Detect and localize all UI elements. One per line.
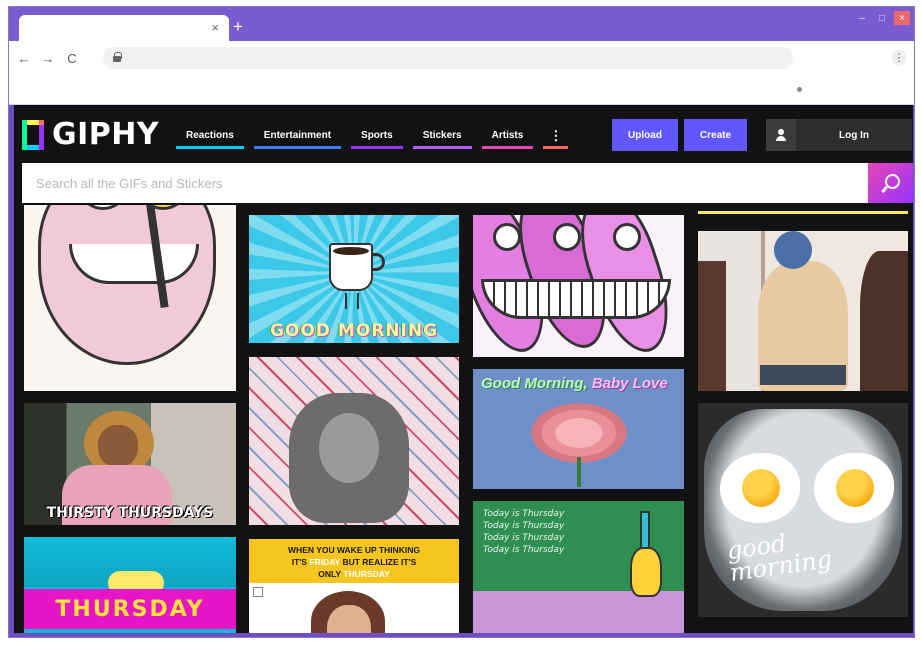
chalk-line: Today is Thursday: [483, 509, 565, 519]
gif-caption-line: IT'S FRIDAY BUT REALIZE IT'S: [291, 557, 417, 567]
address-bar[interactable]: [103, 47, 793, 69]
nav-more-button[interactable]: ⋮: [543, 123, 569, 149]
nav-item-label: Artists: [491, 130, 524, 141]
gif-item-wake-up-thursday[interactable]: WHEN YOU WAKE UP THINKING IT'S FRIDAY BU…: [249, 539, 459, 633]
gif-caption: THURSDAY: [55, 597, 205, 622]
login-button[interactable]: Log In: [766, 119, 912, 151]
browser-toolbar: ← → C ⋮: [9, 41, 914, 75]
nav-item-label: Reactions: [186, 130, 234, 141]
gif-caption-line: WHEN YOU WAKE UP THINKING: [288, 545, 420, 555]
reload-icon[interactable]: C: [63, 51, 81, 66]
search-bar: [22, 163, 913, 203]
gif-item-good-morning-eggs[interactable]: good morning: [698, 403, 908, 617]
gif-grid: THIRSTY THURSDAYS THURSDAY GOOD MORNING …: [14, 205, 913, 633]
maximize-icon[interactable]: □: [874, 11, 890, 25]
gif-item-good-morning-cup[interactable]: GOOD MORNING: [249, 215, 459, 343]
gif-caption: GOOD MORNING: [269, 321, 439, 341]
login-label: Log In: [839, 129, 869, 141]
tab-close-icon[interactable]: ×: [211, 20, 219, 36]
gif-caption: THIRSTY THURSDAYS: [46, 505, 214, 521]
badge-icon: [253, 587, 263, 597]
close-window-icon[interactable]: ×: [894, 11, 910, 25]
logo-text: GIPHY: [52, 117, 160, 152]
gif-item-rose[interactable]: Good Morning, Baby Love: [473, 369, 684, 489]
tab-strip: × + – □ ×: [9, 7, 914, 41]
gif-column-4: good morning: [698, 205, 908, 633]
site-header: GIPHY Reactions Entertainment Sports Sti…: [14, 105, 913, 161]
gif-item-cartoon-grins[interactable]: [473, 215, 684, 357]
gif-item-cat-blanket[interactable]: [249, 357, 459, 525]
nav-item-sports[interactable]: Sports: [351, 123, 403, 149]
chalk-line: Today is Thursday: [483, 545, 565, 555]
gif-column-2: GOOD MORNING WHEN YOU WAKE UP THINKING I…: [249, 205, 459, 633]
user-icon: [775, 129, 787, 141]
search-input[interactable]: [22, 163, 868, 203]
giphy-logo-icon: [22, 119, 44, 150]
forward-icon[interactable]: →: [39, 51, 57, 66]
minimize-icon[interactable]: –: [854, 11, 870, 25]
nav-item-entertainment[interactable]: Entertainment: [253, 123, 342, 149]
nav-item-label: Sports: [361, 130, 393, 141]
nav-item-stickers[interactable]: Stickers: [412, 123, 472, 149]
window-controls: – □ ×: [854, 11, 910, 25]
nav-item-label: Entertainment: [263, 130, 332, 141]
gif-item-chalkboard-thursday[interactable]: Today is Thursday Today is Thursday Toda…: [473, 501, 684, 633]
giphy-logo[interactable]: GIPHY: [22, 117, 159, 152]
gif-caption-line: ONLY THURSDAY: [318, 569, 390, 579]
gif-caption: Good Morning, Baby Love: [481, 375, 668, 392]
lock-icon: [113, 52, 122, 62]
gif-item-cartoon-face[interactable]: [24, 205, 236, 391]
back-icon[interactable]: ←: [15, 51, 33, 66]
gif-item-thirsty-thursdays[interactable]: THIRSTY THURSDAYS: [24, 403, 236, 525]
gif-item-thursday[interactable]: THURSDAY: [24, 537, 236, 633]
browser-menu-icon[interactable]: ⋮: [892, 50, 906, 66]
gif-column-3: Good Morning, Baby Love Today is Thursda…: [473, 205, 684, 633]
more-icon: ⋮: [549, 128, 563, 143]
search-icon: [882, 174, 900, 192]
upload-button[interactable]: Upload: [612, 119, 678, 151]
create-button[interactable]: Create: [684, 119, 747, 151]
gif-column-1: THIRSTY THURSDAYS THURSDAY: [24, 205, 236, 633]
search-button[interactable]: [868, 163, 913, 203]
chalk-line: Today is Thursday: [483, 521, 565, 531]
chalk-line: Today is Thursday: [483, 533, 565, 543]
giphy-page: GIPHY Reactions Entertainment Sports Sti…: [14, 105, 913, 633]
new-tab-button[interactable]: +: [233, 18, 243, 36]
user-icon-wrap: [766, 119, 796, 151]
bookmark-dot-icon: [797, 87, 802, 92]
nav-item-label: Stickers: [422, 130, 462, 141]
gif-item-dancing-person[interactable]: [698, 231, 908, 391]
nav-item-artists[interactable]: Artists: [481, 123, 534, 149]
browser-tab[interactable]: ×: [19, 15, 229, 41]
nav-item-reactions[interactable]: Reactions: [176, 123, 244, 149]
bookmarks-bar: [9, 75, 914, 105]
main-nav: Reactions Entertainment Sports Stickers …: [176, 123, 569, 149]
